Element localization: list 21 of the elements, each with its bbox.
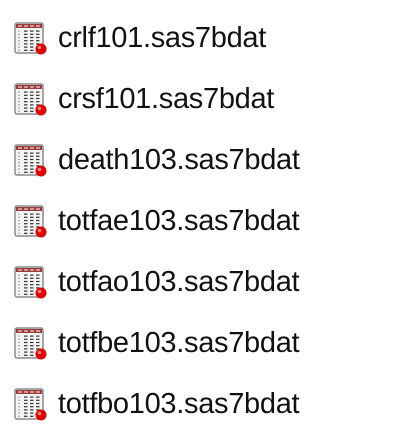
file-item[interactable]: totfbo103.sas7bdat xyxy=(12,374,397,432)
file-name: totfao103.sas7bdat xyxy=(58,266,300,299)
file-name: crsf101.sas7bdat xyxy=(58,83,274,116)
data-table-icon xyxy=(14,388,48,422)
data-table-icon xyxy=(14,204,48,238)
file-item[interactable]: totfao103.sas7bdat xyxy=(12,252,397,313)
file-item[interactable]: totfbe103.sas7bdat xyxy=(12,313,397,374)
file-name: totfae103.sas7bdat xyxy=(58,205,300,238)
data-table-icon xyxy=(14,326,48,360)
file-item[interactable]: totfae103.sas7bdat xyxy=(12,191,397,252)
file-name: death103.sas7bdat xyxy=(58,144,300,177)
data-table-icon xyxy=(14,22,48,56)
data-table-icon xyxy=(14,82,48,116)
file-name: totfbo103.sas7bdat xyxy=(58,388,300,421)
data-table-icon xyxy=(14,266,48,300)
file-item[interactable]: death103.sas7bdat xyxy=(12,130,397,191)
file-name: crlf101.sas7bdat xyxy=(58,22,266,55)
file-item[interactable]: crsf101.sas7bdat xyxy=(12,69,397,130)
data-table-icon xyxy=(14,144,48,178)
file-name: totfbe103.sas7bdat xyxy=(58,327,300,360)
file-item[interactable]: crlf101.sas7bdat xyxy=(12,8,397,69)
